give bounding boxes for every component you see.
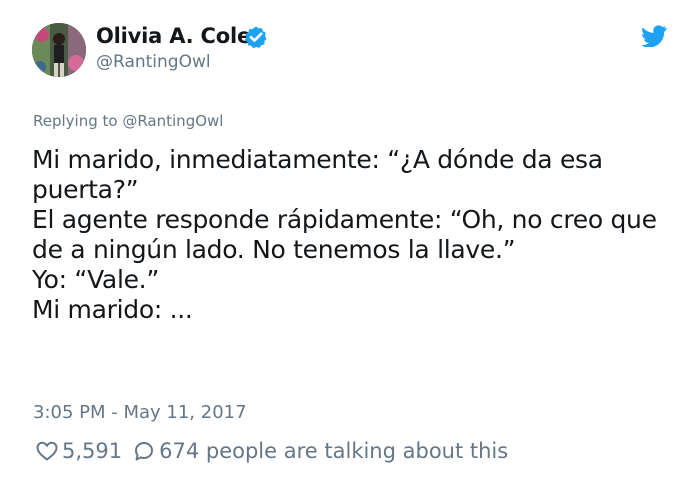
conversation-count[interactable]: 674 people are talking about this: [159, 439, 508, 463]
tweet-line: Mi marido: ...: [32, 295, 193, 324]
avatar[interactable]: [32, 23, 86, 77]
tweet-timestamp[interactable]: 3:05 PM - May 11, 2017: [33, 402, 247, 423]
comment-bubble-icon[interactable]: [132, 439, 156, 463]
likes-count[interactable]: 5,591: [62, 439, 122, 463]
tweet-line: El agente responde rápidamente: “Oh, no …: [32, 205, 657, 234]
replying-prefix: Replying to: [33, 112, 123, 130]
twitter-bird-icon[interactable]: [641, 25, 667, 48]
author-name[interactable]: Olivia A. Cole: [96, 24, 251, 48]
verified-badge-icon: [244, 25, 268, 49]
tweet-actions: 5,591 674 people are talking about this: [35, 436, 508, 466]
tweet-text: Mi marido, inmediatamente: “¿A dónde da …: [32, 145, 672, 325]
tweet-line: Yo: “Vale.”: [32, 265, 159, 294]
tweet-card: Olivia A. Cole @RantingOwl Replying to @…: [0, 0, 700, 493]
replying-mention-link[interactable]: @RantingOwl: [122, 112, 223, 130]
tweet-line: puerta?”: [32, 175, 139, 204]
replying-to: Replying to @RantingOwl: [33, 112, 223, 130]
tweet-line: Mi marido, inmediatamente: “¿A dónde da …: [32, 145, 603, 174]
heart-icon[interactable]: [35, 439, 59, 463]
tweet-line: de a ningún lado. No tenemos la llave.”: [32, 235, 516, 264]
author-handle[interactable]: @RantingOwl: [96, 52, 211, 72]
